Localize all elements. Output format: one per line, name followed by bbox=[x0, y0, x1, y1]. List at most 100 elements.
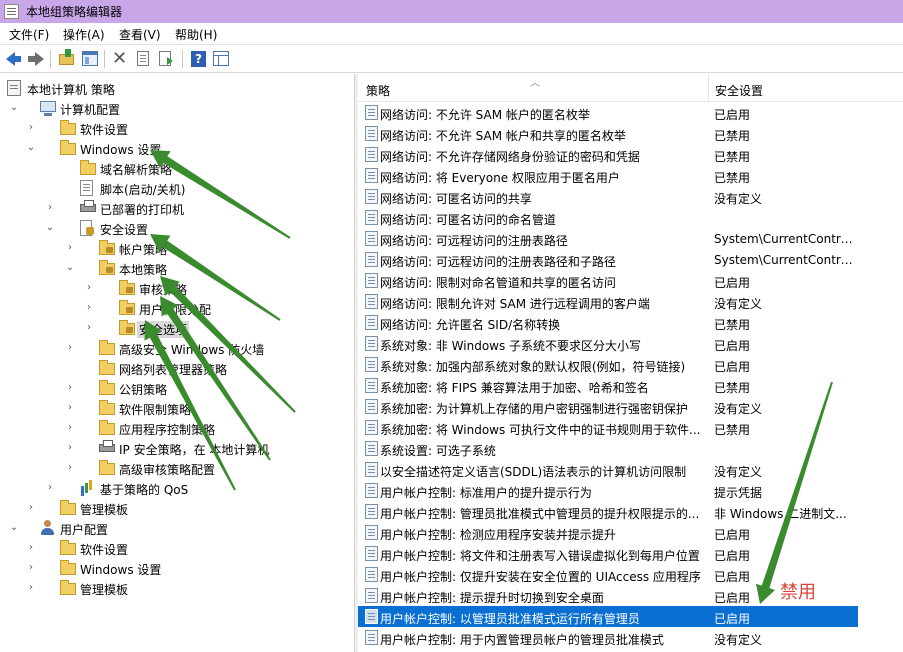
chevron-right-icon[interactable]: › bbox=[64, 461, 76, 475]
chevron-right-icon[interactable]: › bbox=[44, 201, 56, 215]
policy-row[interactable]: 系统设置: 可选子系统 bbox=[358, 438, 858, 459]
policy-row[interactable]: 网络访问: 可远程访问的注册表路径 System\CurrentContro... bbox=[358, 228, 858, 249]
policy-row[interactable]: 网络访问: 允许匿名 SID/名称转换 已禁用 bbox=[358, 312, 858, 333]
policy-row[interactable]: 网络访问: 将 Everyone 权限应用于匿名用户 已禁用 bbox=[358, 165, 858, 186]
tree-node[interactable]: › 软件限制策略 bbox=[0, 398, 354, 418]
chevron-right-icon[interactable]: › bbox=[25, 541, 37, 555]
policy-row[interactable]: 用户帐户控制: 检测应用程序安装并提示提升 已启用 bbox=[358, 522, 858, 543]
policy-row[interactable]: 系统加密: 为计算机上存储的用户密钥强制进行强密钥保护 没有定义 bbox=[358, 396, 858, 417]
policy-row[interactable]: 用户帐户控制: 管理员批准模式中管理员的提升权限提示的... 非 Windows … bbox=[358, 501, 858, 522]
delete-icon[interactable]: ✕ bbox=[111, 50, 129, 68]
chevron-right-icon[interactable]: › bbox=[25, 561, 37, 575]
policy-setting: 没有定义 bbox=[714, 465, 763, 479]
chevron-down-icon[interactable]: ⌄ bbox=[64, 261, 76, 275]
column-header-setting[interactable]: 安全设置 bbox=[715, 82, 763, 99]
tree-node[interactable]: › 软件设置 bbox=[0, 118, 354, 138]
up-folder-icon[interactable] bbox=[58, 49, 76, 68]
back-icon[interactable] bbox=[5, 50, 23, 68]
tree-node[interactable]: › 软件设置 bbox=[0, 538, 354, 558]
lock-folder-icon bbox=[119, 300, 135, 315]
tree-node[interactable]: ⌄ 用户配置 bbox=[0, 518, 354, 538]
policy-row[interactable]: 系统加密: 将 Windows 可执行文件中的证书规则用于软件... 已禁用 bbox=[358, 417, 858, 438]
tree-node[interactable]: › Windows 设置 bbox=[0, 558, 354, 578]
policy-row[interactable]: 网络访问: 不允许 SAM 帐户和共享的匿名枚举 已禁用 bbox=[358, 123, 858, 144]
policy-row[interactable]: 系统对象: 非 Windows 子系统不要求区分大小写 已启用 bbox=[358, 333, 858, 354]
tree-node[interactable]: › 审核策略 bbox=[0, 278, 354, 298]
policy-row[interactable]: 网络访问: 不允许存储网络身份验证的密码和凭据 已禁用 bbox=[358, 144, 858, 165]
help-icon[interactable]: ? bbox=[189, 50, 207, 68]
column-header-policy[interactable]: 策略 bbox=[366, 82, 390, 99]
policy-row[interactable]: 以安全描述符定义语言(SDDL)语法表示的计算机访问限制 没有定义 bbox=[358, 459, 858, 480]
tree-node[interactable]: › 高级审核策略配置 bbox=[0, 458, 354, 478]
console-tree[interactable]: 本地计算机 策略 ⌄ 计算机配置 › 软件设置 ⌄ Windows 设置 域名解析策略 脚本(启… bbox=[0, 74, 355, 652]
chevron-down-icon[interactable]: ⌄ bbox=[25, 141, 37, 155]
tree-node[interactable]: › 帐户策略 bbox=[0, 238, 354, 258]
policy-row[interactable]: 系统对象: 加强内部系统对象的默认权限(例如，符号链接) 已启用 bbox=[358, 354, 858, 375]
title-bar: 本地组策略编辑器 bbox=[0, 0, 903, 23]
policy-row[interactable]: 网络访问: 不允许 SAM 帐户的匿名枚举 已启用 bbox=[358, 102, 858, 123]
menu-view[interactable]: 查看(V) bbox=[119, 26, 161, 43]
chevron-right-icon[interactable]: › bbox=[64, 441, 76, 455]
policy-row[interactable]: 网络访问: 限制允许对 SAM 进行远程调用的客户端 没有定义 bbox=[358, 291, 858, 312]
tree-node[interactable]: › IP 安全策略，在 本地计算机 bbox=[0, 438, 354, 458]
tree-node[interactable]: › 安全选项 bbox=[0, 318, 354, 338]
tree-node[interactable]: › 管理模板 bbox=[0, 498, 354, 518]
policy-setting: 已禁用 bbox=[714, 171, 751, 185]
chevron-right-icon[interactable]: › bbox=[83, 281, 95, 295]
chevron-down-icon[interactable]: ⌄ bbox=[8, 521, 20, 535]
menu-file[interactable]: 文件(F) bbox=[9, 26, 49, 43]
policy-setting: 没有定义 bbox=[714, 192, 763, 206]
chevron-right-icon[interactable]: › bbox=[25, 501, 37, 515]
tree-node[interactable]: ⌄ 本地策略 bbox=[0, 258, 354, 278]
tree-node[interactable]: ⌄ 计算机配置 bbox=[0, 98, 354, 118]
policy-row[interactable]: 用户帐户控制: 将文件和注册表写入错误虚拟化到每用户位置 已启用 bbox=[358, 543, 858, 564]
policy-row[interactable]: 网络访问: 可远程访问的注册表路径和子路径 System\CurrentContr… bbox=[358, 249, 858, 270]
policy-row[interactable]: 网络访问: 可匿名访问的命名管道 bbox=[358, 207, 858, 228]
tree-node[interactable]: ⌄ 安全设置 bbox=[0, 218, 354, 238]
chevron-right-icon[interactable]: › bbox=[64, 381, 76, 395]
menu-action[interactable]: 操作(A) bbox=[63, 26, 105, 43]
show-hide-tree-icon[interactable] bbox=[81, 50, 99, 68]
policy-list[interactable]: ︿ 策略 安全设置 网络访问: 不允许 SAM 帐户的匿名枚举 已启用 网络访问: … bbox=[358, 74, 903, 652]
chevron-right-icon[interactable]: › bbox=[83, 301, 95, 315]
chevron-down-icon[interactable]: ⌄ bbox=[44, 221, 56, 235]
tree-node[interactable]: ⌄ Windows 设置 bbox=[0, 138, 354, 158]
folder-icon bbox=[99, 340, 115, 355]
folder-icon bbox=[99, 400, 115, 415]
tree-node-label: 用户权限分配 bbox=[139, 303, 212, 317]
console-tree-icon[interactable] bbox=[212, 50, 230, 68]
tree-node[interactable]: › 管理模板 bbox=[0, 578, 354, 598]
policy-name: 以安全描述符定义语言(SDDL)语法表示的计算机访问限制 bbox=[380, 465, 687, 479]
tree-node[interactable]: › 应用程序控制策略 bbox=[0, 418, 354, 438]
export-list-icon[interactable] bbox=[157, 50, 175, 68]
tree-node[interactable]: › 用户权限分配 bbox=[0, 298, 354, 318]
chevron-right-icon[interactable]: › bbox=[64, 421, 76, 435]
policy-row[interactable]: 用户帐户控制: 以管理员批准模式运行所有管理员 已启用 bbox=[358, 606, 858, 627]
policy-row[interactable]: 系统加密: 将 FIPS 兼容算法用于加密、哈希和签名 已禁用 bbox=[358, 375, 858, 396]
forward-icon[interactable] bbox=[27, 50, 45, 68]
policy-row[interactable]: 网络访问: 限制对命名管道和共享的匿名访问 已启用 bbox=[358, 270, 858, 291]
chevron-down-icon[interactable]: ⌄ bbox=[8, 101, 20, 115]
tree-node[interactable]: › 基于策略的 QoS bbox=[0, 478, 354, 498]
policy-row[interactable]: 用户帐户控制: 用于内置管理员帐户的管理员批准模式 没有定义 bbox=[358, 627, 858, 648]
properties-icon[interactable] bbox=[134, 50, 152, 68]
chevron-right-icon[interactable]: › bbox=[83, 321, 95, 335]
tree-node-label: Windows 设置 bbox=[80, 563, 162, 577]
tree-node[interactable]: 域名解析策略 bbox=[0, 158, 354, 178]
tree-node[interactable]: › 公钥策略 bbox=[0, 378, 354, 398]
tree-node[interactable]: 脚本(启动/关机) bbox=[0, 178, 354, 198]
chevron-right-icon[interactable]: › bbox=[25, 581, 37, 595]
menu-help[interactable]: 帮助(H) bbox=[175, 26, 217, 43]
policy-row[interactable]: 网络访问: 可匿名访问的共享 没有定义 bbox=[358, 186, 858, 207]
chevron-right-icon[interactable]: › bbox=[64, 241, 76, 255]
chevron-right-icon[interactable]: › bbox=[64, 401, 76, 415]
policy-row[interactable]: 用户帐户控制: 标准用户的提升提示行为 提示凭据 bbox=[358, 480, 858, 501]
column-divider[interactable] bbox=[708, 74, 709, 102]
chevron-right-icon[interactable]: › bbox=[44, 481, 56, 495]
tree-node[interactable]: › 高级安全 Windows 防火墙 bbox=[0, 338, 354, 358]
tree-node[interactable]: 网络列表管理器策略 bbox=[0, 358, 354, 378]
chevron-right-icon[interactable]: › bbox=[64, 341, 76, 355]
tree-node[interactable]: › 已部署的打印机 bbox=[0, 198, 354, 218]
chevron-right-icon[interactable]: › bbox=[25, 121, 37, 135]
tree-node[interactable]: 本地计算机 策略 bbox=[0, 78, 354, 98]
